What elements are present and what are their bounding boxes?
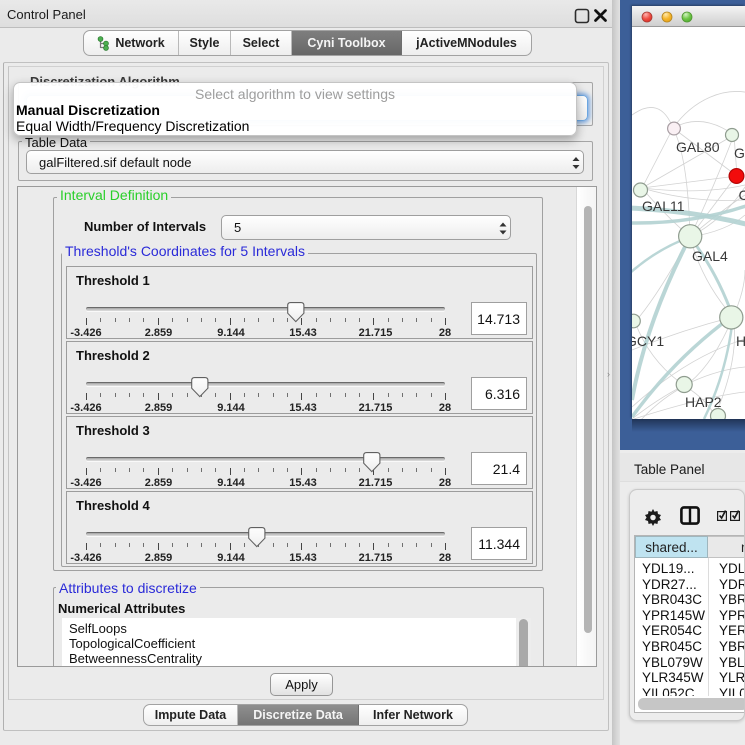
svg-text:H: H [736, 333, 745, 349]
svg-text:GAL4: GAL4 [692, 248, 728, 264]
svg-text:GCY1: GCY1 [632, 333, 664, 349]
svg-text:GAL80: GAL80 [676, 139, 720, 155]
svg-text:C: C [739, 187, 745, 203]
svg-text:HAP2: HAP2 [685, 394, 722, 410]
svg-text:GAL11: GAL11 [642, 198, 685, 214]
svg-text:G.: G. [734, 145, 745, 161]
